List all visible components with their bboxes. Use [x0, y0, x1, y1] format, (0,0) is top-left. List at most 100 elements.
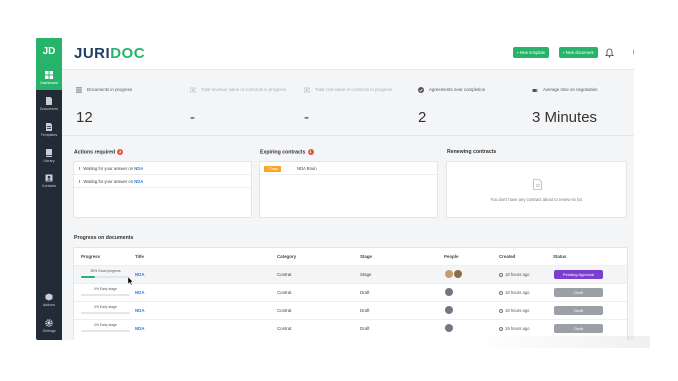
stat-label: Total revenue value of contracts in prog…: [201, 87, 286, 92]
coffee-icon: [532, 89, 538, 92]
actions-required-title: Actions required 2: [74, 149, 124, 156]
document-icon: [46, 97, 52, 105]
brand-part-juri: JURI: [74, 45, 111, 62]
document-link[interactable]: NDA: [134, 179, 143, 184]
clock-icon: [499, 308, 503, 313]
sidebar-item-settings[interactable]: Settings: [36, 319, 62, 333]
empty-document-icon: [533, 179, 542, 190]
stat-avg-negotiation: Average time on negotiation 3 Minutes: [532, 87, 634, 126]
stage-cell: Draft: [360, 326, 370, 331]
created-text: 18 hours ago: [505, 272, 530, 277]
contract-name: NDA Bruin: [297, 166, 317, 171]
template-icon: [46, 123, 52, 131]
days-badge: 7 Days: [264, 165, 282, 172]
document-link[interactable]: NDA: [134, 166, 143, 171]
status-badge[interactable]: Pending Approval: [554, 270, 603, 279]
money-icon: [304, 87, 310, 93]
sidebar-item-label: Addons: [42, 303, 56, 307]
money-icon: [190, 87, 196, 93]
app-window: JD Dashboard Documents Templates Library…: [36, 38, 634, 340]
list-icon: [76, 87, 82, 93]
stat-label: Agreements near completion: [429, 87, 486, 92]
sidebar-item-documents[interactable]: Documents: [36, 97, 62, 111]
library-icon: [46, 149, 52, 157]
stat-label: Total cost value of contracts in progres…: [315, 87, 393, 92]
new-document-label: New document: [565, 50, 594, 55]
avatar[interactable]: [445, 324, 453, 332]
stat-label: Average time on negotiation: [543, 87, 598, 92]
stat-value: 3 Minutes: [532, 109, 598, 126]
progress-bar: [81, 330, 130, 332]
column-header[interactable]: People: [444, 254, 458, 259]
category-cell: Contrat: [277, 272, 292, 277]
table-row[interactable]: 28% Good progress NDA Contrat Stage 18 h…: [74, 265, 627, 283]
column-header[interactable]: Title: [135, 254, 144, 259]
avatar[interactable]: [454, 270, 462, 278]
stat-total-revenue: Total revenue value of contracts in prog…: [190, 87, 300, 126]
check-circle-icon: [418, 87, 424, 93]
category-cell: Contrat: [277, 308, 292, 313]
contacts-icon: [45, 174, 53, 182]
document-title-link[interactable]: NDA: [135, 290, 145, 295]
section-title-text: Expiring contracts: [260, 149, 306, 156]
user-avatar[interactable]: [633, 46, 634, 58]
avatar[interactable]: [445, 288, 453, 296]
column-header[interactable]: Category: [277, 254, 296, 259]
sidebar-item-contacts[interactable]: Contacts: [36, 174, 62, 188]
document-title-link[interactable]: NDA: [135, 272, 145, 277]
status-badge[interactable]: Draft: [554, 306, 603, 315]
stage-cell: Stage: [360, 272, 372, 277]
sidebar-item-templates[interactable]: Templates: [36, 123, 62, 137]
sidebar-item-addons[interactable]: Addons: [36, 293, 62, 307]
expiring-row[interactable]: 7 Days NDA Bruin: [260, 162, 437, 175]
sidebar-item-label: Templates: [40, 133, 58, 137]
sidebar-item-label: Documents: [39, 107, 59, 111]
section-title-text: Actions required: [74, 149, 116, 156]
column-header[interactable]: Status: [553, 254, 566, 259]
avatar[interactable]: [445, 306, 453, 314]
document-title-link[interactable]: NDA: [135, 308, 145, 313]
stat-value: 2: [418, 109, 427, 126]
column-header[interactable]: Stage: [360, 254, 372, 259]
brand-logo[interactable]: JURIDOC: [74, 45, 145, 62]
app-logo[interactable]: JD: [36, 38, 62, 64]
stat-value: -: [304, 109, 309, 126]
new-document-button[interactable]: ▪ New document: [559, 47, 598, 58]
actions-required-card: ! Waiting for your answer on NDA ! Waiting…: [73, 161, 252, 218]
stat-value: 12: [76, 109, 93, 126]
action-row[interactable]: ! Waiting for your answer on NDA: [74, 175, 251, 188]
progress-label: 0% Early stage: [94, 305, 117, 309]
sidebar-item-label: Contacts: [41, 184, 57, 188]
document-title-link[interactable]: NDA: [135, 326, 145, 331]
stage-cell: Draft: [360, 308, 370, 313]
table-row[interactable]: 0% Early stage NDA Contrat Draft 19 hour…: [74, 319, 627, 337]
exclamation-icon: !: [79, 166, 81, 171]
section-divider: [62, 135, 634, 136]
created-text: 19 hours ago: [505, 326, 530, 331]
empty-state-text: You don't have any contract about to ren…: [490, 197, 583, 202]
action-row[interactable]: ! Waiting for your answer on NDA: [74, 162, 251, 175]
top-header: JURIDOC ▪ New template ▪ New document: [62, 38, 634, 70]
new-template-button[interactable]: ▪ New template: [513, 47, 550, 58]
status-badge[interactable]: Draft: [554, 288, 603, 297]
sidebar-item-library[interactable]: Library: [36, 149, 62, 163]
exclamation-icon: !: [79, 179, 81, 184]
stat-label: Documents in progress: [87, 87, 133, 92]
column-header[interactable]: Progress: [81, 254, 100, 259]
avatar[interactable]: [445, 270, 453, 278]
status-badge[interactable]: Draft: [554, 324, 603, 333]
stat-value: -: [190, 109, 195, 126]
bell-icon[interactable]: [605, 48, 614, 58]
sidebar: JD Dashboard Documents Templates Library…: [36, 38, 62, 340]
sidebar-item-label: Dashboard: [40, 81, 58, 85]
table-row[interactable]: 0% Early stage NDA Contrat Draft 19 hour…: [74, 283, 627, 301]
brand-part-doc: DOC: [110, 45, 146, 62]
column-header[interactable]: Created: [499, 254, 515, 259]
category-cell: Contrat: [277, 290, 292, 295]
gear-icon: [45, 319, 53, 327]
sidebar-item-label: Settings: [42, 329, 56, 333]
table-row[interactable]: 0% Early stage NDA Contrat Draft 19 hour…: [74, 301, 627, 319]
sidebar-item-dashboard[interactable]: Dashboard: [36, 64, 62, 90]
progress-label: 28% Good progress: [90, 269, 121, 273]
clock-icon: [499, 290, 503, 295]
